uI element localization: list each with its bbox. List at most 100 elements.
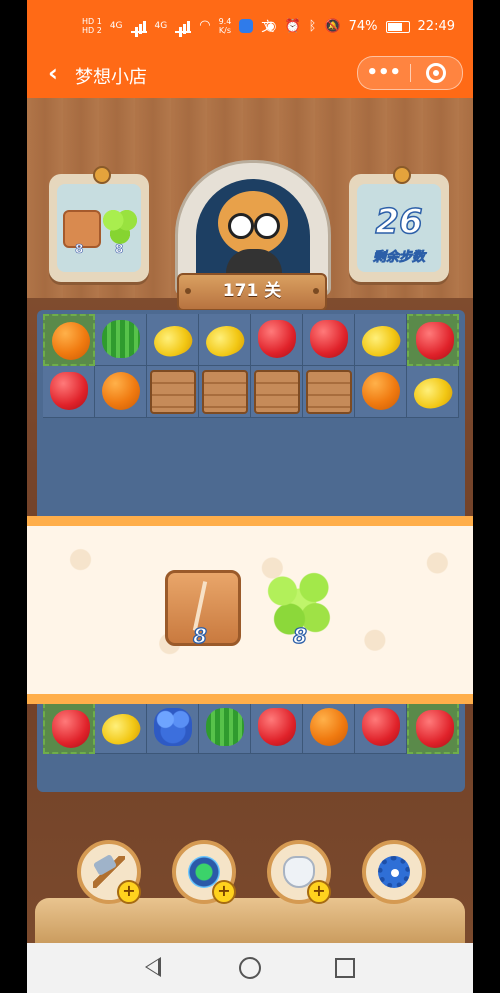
signal-icon xyxy=(130,19,147,33)
straw-icon xyxy=(310,320,348,358)
clover-goal-icon xyxy=(103,210,137,244)
grape-icon xyxy=(154,708,192,746)
booster-bar: + + + xyxy=(27,834,473,914)
crate-goal-count: 8 xyxy=(192,623,207,648)
hammer-booster-button[interactable]: + xyxy=(77,840,141,904)
app-notification-icon xyxy=(239,18,254,33)
board-cell[interactable] xyxy=(355,314,407,366)
nav-home-icon[interactable] xyxy=(239,957,261,979)
board-row xyxy=(43,314,459,366)
signal-icon xyxy=(175,19,192,33)
straw-icon xyxy=(258,708,296,746)
board-cell[interactable] xyxy=(251,366,303,418)
hd2-label: HD 2 xyxy=(82,25,102,35)
moves-remaining: 26 xyxy=(375,201,424,243)
banner-gap xyxy=(43,418,459,522)
board-cell[interactable] xyxy=(355,366,407,418)
glasses-icon xyxy=(228,213,280,239)
settings-button[interactable] xyxy=(362,840,426,904)
straw-icon xyxy=(52,710,90,748)
goals-banner: 8 8 xyxy=(27,516,473,704)
banana-icon xyxy=(150,320,196,362)
more-options-button[interactable]: ••• xyxy=(358,59,410,87)
board-cell[interactable] xyxy=(303,314,355,366)
banana-icon xyxy=(202,320,248,362)
board-cell[interactable] xyxy=(147,702,199,754)
board-cell[interactable] xyxy=(407,314,459,366)
crate-goal-count: 8 xyxy=(75,242,84,257)
swirl-booster-button[interactable]: + xyxy=(172,840,236,904)
battery-icon xyxy=(385,20,410,33)
moves-panel: 26 剩余步数 xyxy=(357,184,441,272)
add-hammer-button[interactable]: + xyxy=(117,880,141,904)
board-cell[interactable] xyxy=(303,702,355,754)
network1-label: 4G xyxy=(109,20,123,31)
melon-icon xyxy=(206,708,244,746)
speed-readout: 9.4 K/s xyxy=(219,17,232,35)
board-row xyxy=(43,366,459,418)
board-cell[interactable] xyxy=(95,702,147,754)
wifi-icon: ◠ xyxy=(199,18,211,33)
straw-icon xyxy=(416,710,454,748)
battery-percent: 74% xyxy=(348,19,378,34)
board-cell[interactable] xyxy=(251,314,303,366)
speed-value: 9.4 xyxy=(218,16,232,26)
nav-back-icon[interactable] xyxy=(145,957,161,977)
orange-icon xyxy=(362,372,400,410)
glove-booster-button[interactable]: + xyxy=(267,840,331,904)
clover-goal-count: 8 xyxy=(115,242,124,257)
nav-recents-icon[interactable] xyxy=(335,958,355,978)
system-nav-bar xyxy=(27,943,473,993)
add-swirl-button[interactable]: + xyxy=(212,880,236,904)
bolt-icon xyxy=(313,288,319,294)
board-cell[interactable] xyxy=(251,702,303,754)
board-cell[interactable] xyxy=(147,314,199,366)
target-icon xyxy=(426,63,447,83)
banana-icon xyxy=(410,372,456,414)
orange-icon xyxy=(102,372,140,410)
plank-icon xyxy=(306,370,352,414)
board-cell[interactable] xyxy=(43,314,95,366)
board-cell[interactable] xyxy=(303,366,355,418)
bolt-icon xyxy=(185,288,191,294)
board-row xyxy=(43,702,459,754)
straw-icon xyxy=(258,320,296,358)
board-cell[interactable] xyxy=(147,366,199,418)
straw-icon xyxy=(362,708,400,746)
board-cell[interactable] xyxy=(407,366,459,418)
moves-label: 剩余步数 xyxy=(372,250,426,266)
board-cell[interactable] xyxy=(43,702,95,754)
hd-badges: HD 1 HD 2 xyxy=(82,17,102,35)
straw-icon xyxy=(50,372,88,410)
level-plate: 171 关 xyxy=(177,273,327,311)
board-cell[interactable] xyxy=(43,366,95,418)
mini-program-titlebar: ‹ 梦想小店 ••• xyxy=(27,50,473,98)
gear-icon xyxy=(378,856,410,888)
status-right: ◉ ⏰ ᛒ 🔕 74% 22:49 xyxy=(265,19,455,34)
board-cell[interactable] xyxy=(199,366,251,418)
squirrel-mascot-icon xyxy=(218,191,288,255)
back-chevron-icon[interactable]: ‹ xyxy=(41,59,65,87)
board-cell[interactable] xyxy=(199,702,251,754)
board-cell[interactable] xyxy=(407,702,459,754)
speed-unit: K/s xyxy=(218,25,231,35)
melon-icon xyxy=(102,320,140,358)
add-glove-button[interactable]: + xyxy=(307,880,331,904)
network2-label: 4G xyxy=(154,20,168,31)
star-pattern xyxy=(27,526,473,694)
banana-icon xyxy=(358,320,404,362)
straw-icon xyxy=(416,322,454,360)
board-cell[interactable] xyxy=(95,314,147,366)
status-bar: HD 1 HD 2 4G 4G ◠ 9.4 K/s 文 ◉ ⏰ ᛒ 🔕 74% … xyxy=(27,0,473,50)
pin-icon xyxy=(393,166,411,184)
goals-panel: 8 8 xyxy=(57,184,141,272)
orange-icon xyxy=(52,322,90,360)
hd1-label: HD 1 xyxy=(82,16,102,26)
board-cell[interactable] xyxy=(95,366,147,418)
close-mini-program-button[interactable] xyxy=(410,63,462,83)
mute-icon: 🔕 xyxy=(324,19,341,34)
pin-icon xyxy=(93,166,111,184)
board-cell[interactable] xyxy=(355,702,407,754)
eye-icon: ◉ xyxy=(265,19,277,34)
board-cell[interactable] xyxy=(199,314,251,366)
